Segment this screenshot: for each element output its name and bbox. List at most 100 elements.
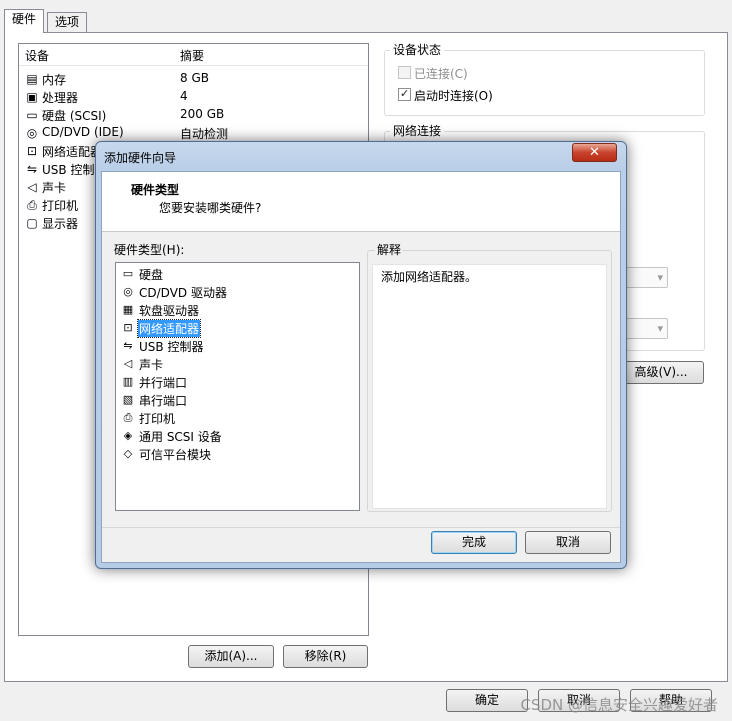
scsi-device-icon: ◈ xyxy=(123,429,133,442)
hardware-type-item[interactable]: ▥ 并行端口 xyxy=(120,373,356,391)
hardware-type-item[interactable]: ▭ 硬盘 xyxy=(120,265,356,283)
device-name: 显示器 xyxy=(42,217,79,231)
wizard-header-title: 硬件类型 xyxy=(131,183,180,197)
hardware-type-label: 打印机 xyxy=(139,412,176,426)
add-hardware-wizard-dialog: 添加硬件向导 ✕ 硬件类型 您要安装哪类硬件? 硬件类型(H): ▭ 硬盘 ◎ CD/… xyxy=(95,141,627,569)
floppy-icon: ▦ xyxy=(122,303,134,316)
hardware-type-label: 软盘驱动器 xyxy=(139,304,200,318)
device-name: CD/DVD (IDE) xyxy=(42,125,124,139)
finish-button-label: 完成 xyxy=(461,535,486,549)
processor-icon: ▣ xyxy=(26,90,38,104)
hardware-type-label: 串行端口 xyxy=(139,394,188,408)
hardware-type-item[interactable]: ⇋ USB 控制器 xyxy=(120,337,356,355)
connected-label: 已连接(C) xyxy=(414,67,468,81)
device-name: 内存 xyxy=(42,73,67,87)
device-name: 网络适配器 xyxy=(42,145,103,159)
device-name: 打印机 xyxy=(42,199,79,213)
sound-card-icon: ◁ xyxy=(27,180,37,194)
hardware-type-item[interactable]: ◇ 可信平台模块 xyxy=(120,445,356,463)
parallel-port-icon: ▥ xyxy=(122,375,134,388)
hardware-type-label: USB 控制器 xyxy=(139,340,204,354)
footer-divider xyxy=(102,527,620,528)
device-name: 声卡 xyxy=(42,181,67,195)
remove-hardware-button[interactable]: 移除(R) xyxy=(283,645,368,668)
hardware-type-label: 声卡 xyxy=(139,358,164,372)
hard-disk-icon: ▭ xyxy=(26,108,38,122)
wizard-header-subtitle: 您要安装哪类硬件? xyxy=(159,201,262,215)
hardware-type-label: 网络适配器 xyxy=(136,319,202,338)
tab-hardware[interactable]: 硬件 xyxy=(4,9,45,33)
wizard-cancel-button[interactable]: 取消 xyxy=(525,531,611,554)
wizard-cancel-button-label: 取消 xyxy=(555,535,580,549)
tab-label: 选项 xyxy=(55,15,80,29)
printer-icon: ⎙ xyxy=(123,411,133,424)
device-summary: 4 xyxy=(180,89,188,103)
wizard-header: 硬件类型 您要安装哪类硬件? xyxy=(102,172,620,232)
explanation-title: 解释 xyxy=(375,241,404,258)
memory-icon: ▤ xyxy=(26,72,38,86)
network-combo-1[interactable] xyxy=(620,267,668,288)
column-header-device[interactable]: 设备 xyxy=(25,47,49,64)
tab-label: 硬件 xyxy=(12,12,37,26)
connect-at-power-on-checkbox[interactable] xyxy=(398,87,411,101)
remove-button-label: 移除(R) xyxy=(304,649,347,663)
hardware-type-label: 可信平台模块 xyxy=(139,448,212,462)
device-name: 处理器 xyxy=(42,91,79,105)
watermark: CSDN @信息安全兴趣爱好者 xyxy=(520,696,718,714)
ok-button-label: 确定 xyxy=(474,693,499,707)
explanation-text: 添加网络适配器。 xyxy=(381,270,478,284)
add-hardware-button[interactable]: 添加(A)... xyxy=(188,645,274,668)
device-status-group xyxy=(384,50,705,116)
sound-card-icon: ◁ xyxy=(123,357,133,370)
usb-icon: ⇋ xyxy=(123,339,133,352)
printer-icon: ⎙ xyxy=(27,198,37,212)
hardware-type-item[interactable]: ▧ 串行端口 xyxy=(120,391,356,409)
explanation-group: 添加网络适配器。 xyxy=(367,250,612,512)
hardware-type-label: 通用 SCSI 设备 xyxy=(139,430,222,444)
network-adapter-icon: ⊡ xyxy=(123,321,133,334)
hardware-type-label: 硬盘 xyxy=(139,268,164,282)
hardware-type-item[interactable]: ⊡ 网络适配器 xyxy=(120,319,356,338)
advanced-button-label: 高级(V)... xyxy=(634,365,688,379)
column-header-summary[interactable]: 摘要 xyxy=(180,47,204,64)
add-button-label: 添加(A)... xyxy=(204,649,258,663)
hardware-type-item[interactable]: ▦ 软盘驱动器 xyxy=(120,301,356,319)
device-status-title: 设备状态 xyxy=(390,43,445,57)
cd-dvd-icon: ◎ xyxy=(26,126,38,140)
hardware-type-list[interactable]: ▭ 硬盘 ◎ CD/DVD 驱动器 ▦ 软盘驱动器 ⊡ 网络适配器 ⇋ USB 控制器 ◁ 声卡 ▥ 并行… xyxy=(115,262,360,511)
dialog-title: 添加硬件向导 xyxy=(104,151,177,165)
cd-dvd-icon: ◎ xyxy=(123,285,133,298)
hardware-type-item[interactable]: ◈ 通用 SCSI 设备 xyxy=(120,427,356,445)
close-button[interactable]: ✕ xyxy=(572,143,617,162)
connect-at-power-on-label: 启动时连接(O) xyxy=(414,89,493,103)
network-connection-title: 网络连接 xyxy=(390,124,445,138)
hard-disk-icon: ▭ xyxy=(122,267,134,280)
device-summary: 自动检测 xyxy=(180,127,229,141)
network-combo-2[interactable] xyxy=(620,318,668,339)
monitor-icon: ▢ xyxy=(26,216,38,230)
close-icon: ✕ xyxy=(589,145,600,160)
tpm-icon: ◇ xyxy=(123,447,133,460)
explanation-box: 添加网络适配器。 xyxy=(372,264,607,509)
device-row[interactable]: ◎ CD/DVD (IDE) 自动检测 xyxy=(23,124,366,142)
hardware-type-label: CD/DVD 驱动器 xyxy=(139,286,227,300)
usb-icon: ⇋ xyxy=(26,162,38,176)
hardware-type-item[interactable]: ◎ CD/DVD 驱动器 xyxy=(120,283,356,301)
connected-checkbox[interactable] xyxy=(398,66,411,79)
hardware-type-label: 硬件类型(H): xyxy=(114,243,185,257)
hardware-type-item[interactable]: ◁ 声卡 xyxy=(120,355,356,373)
serial-port-icon: ▧ xyxy=(122,393,134,406)
network-adapter-icon: ⊡ xyxy=(26,144,38,158)
device-summary: 8 GB xyxy=(180,71,209,85)
hardware-type-item[interactable]: ⎙ 打印机 xyxy=(120,409,356,427)
advanced-button[interactable]: 高级(V)... xyxy=(618,361,704,384)
device-name: 硬盘 (SCSI) xyxy=(42,109,107,123)
ok-button[interactable]: 确定 xyxy=(446,689,528,712)
device-row[interactable]: ▤ 内存 8 GB xyxy=(23,70,366,88)
device-list-header: 设备 摘要 xyxy=(19,44,368,66)
device-row[interactable]: ▣ 处理器 4 xyxy=(23,88,366,106)
finish-button[interactable]: 完成 xyxy=(431,531,517,554)
hardware-type-label: 并行端口 xyxy=(139,376,188,390)
tab-options[interactable]: 选项 xyxy=(47,12,88,32)
device-row[interactable]: ▭ 硬盘 (SCSI) 200 GB xyxy=(23,106,366,124)
